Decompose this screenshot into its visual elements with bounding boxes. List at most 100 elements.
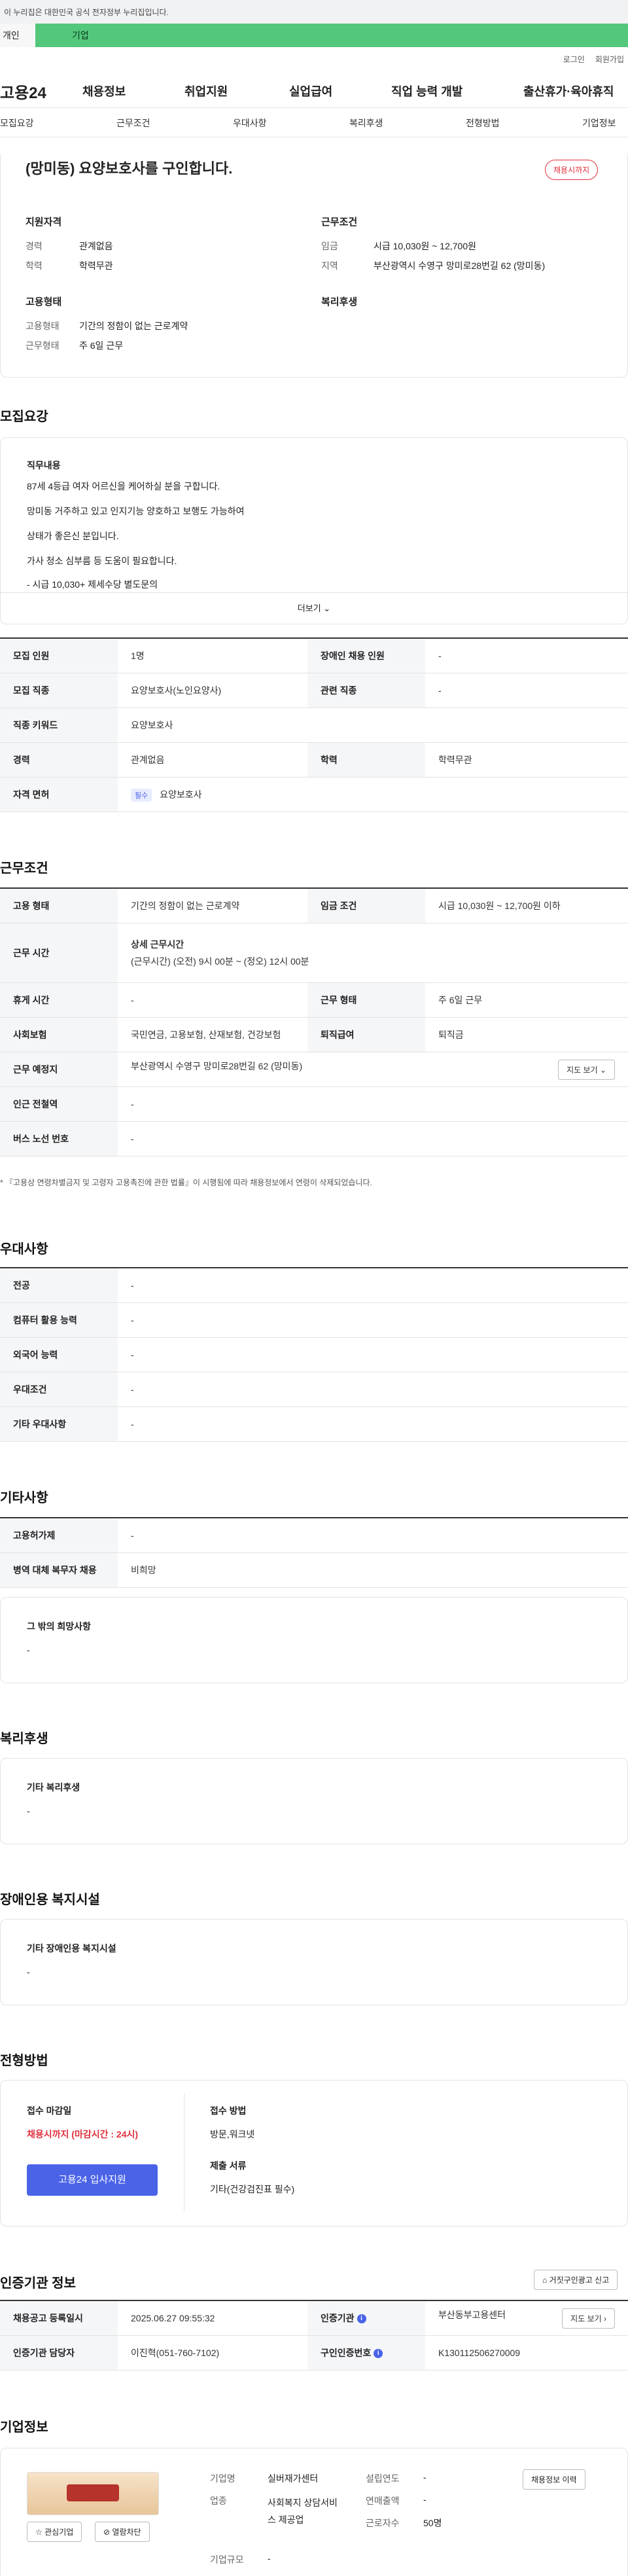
cell-value: - <box>118 1086 628 1122</box>
company-logo <box>27 2472 159 2515</box>
table-row: 고용 형태 기간의 정함이 없는 근로계약 임금 조건 시급 10,030원 ~… <box>0 887 628 923</box>
cell-label: 고용허가제 <box>0 1517 118 1553</box>
subnav-welfare[interactable]: 복리후생 <box>349 116 383 130</box>
docs-value: 기타(건강검진표 필수) <box>210 2184 295 2194</box>
agency-map-button[interactable]: 지도 보기 › <box>562 2308 615 2329</box>
welfare-card-heading: 기타 복리후생 <box>27 1782 80 1793</box>
global-nav: 고용24 채용정보 취업지원 실업급여 직업 능력 개발 출산휴가·육아휴직 <box>0 71 628 107</box>
docs-heading: 제출 서류 <box>210 2160 247 2171</box>
map-button-label: 지도 보기 <box>567 1065 598 1075</box>
cell-value: - <box>118 1267 628 1303</box>
cell-label: 컴퓨터 활용 능력 <box>0 1302 118 1338</box>
report-button-label: 거짓구인광고 신고 <box>549 2276 610 2285</box>
employ-heading: 고용형태 <box>26 296 62 308</box>
work-table: 고용 형태 기간의 정함이 없는 근로계약 임금 조건 시급 10,030원 ~… <box>0 887 628 1156</box>
cell-label: 인증기관 <box>321 2313 355 2323</box>
agency-section-title: 인증기관 정보 <box>0 2276 76 2291</box>
info-icon[interactable]: i <box>374 2349 383 2359</box>
summary-card: (망미동) 요양보호사를 구인합니다. 채용시까지 지원자격 경력 관계없음 학… <box>0 154 628 378</box>
cell-value: 학력무관 <box>425 742 628 778</box>
org-label-cell: 인증기관 i <box>307 2300 425 2336</box>
block-label: 열람차단 <box>112 2528 141 2537</box>
org-value: 부산동부고용센터 <box>438 2309 506 2320</box>
cell-value: 관계없음 <box>118 742 307 778</box>
login-link[interactable]: 로그인 <box>563 54 585 65</box>
cert-label-cell: 구인인증번호 i <box>307 2335 425 2370</box>
home-icon: ⌂ <box>542 2276 548 2285</box>
cond-heading: 근무조건 <box>321 217 358 228</box>
welfare-heading: 복리후생 <box>321 296 358 308</box>
cell-label: 모집 직종 <box>0 673 118 708</box>
work-section-title: 근무조건 <box>0 861 48 876</box>
block-company-button[interactable]: ⊘ 열람차단 <box>95 2522 150 2542</box>
gnb-employment-support[interactable]: 취업지원 <box>184 82 228 99</box>
table-row: 채용공고 등록일시 2025.06.27 09:55:32 인증기관 i 부산동부… <box>0 2300 628 2336</box>
recruit-table: 모집 인원 1명 장애인 채용 인원 - 모집 직종 요양보호사(노인요양사) … <box>0 637 628 812</box>
more-button[interactable]: 더보기 ⌄ <box>1 592 627 624</box>
cell-label: 직종 키워드 <box>0 707 118 743</box>
table-row: 자격 면허 필수 요양보호사 <box>0 777 628 812</box>
employ-label: 고용형태 <box>26 321 60 331</box>
disabled-card-value: - <box>27 1967 30 1977</box>
duty-line: 망미동 거주하고 있고 인지기능 양호하고 보행도 가능하여 <box>27 506 245 516</box>
cell-value: 이진혁(051-760-7102) <box>118 2335 307 2370</box>
map-button[interactable]: 지도 보기 ⌄ <box>558 1059 615 1080</box>
cell-value: - <box>118 1337 628 1372</box>
staff-label: 근로자수 <box>366 2518 400 2528</box>
deadline-badge: 채용시까지 <box>545 160 599 180</box>
signup-link[interactable]: 회원가입 <box>595 54 624 65</box>
edu-value: 학력무관 <box>79 260 113 271</box>
cell-value: 2025.06.27 09:55:32 <box>118 2300 307 2336</box>
table-row: 인근 전철역 - <box>0 1086 628 1122</box>
company-name-value: 실버재가센터 <box>268 2473 319 2484</box>
method-value: 방문,워크넷 <box>210 2129 255 2139</box>
info-icon[interactable]: i <box>357 2314 366 2324</box>
place-cell: 부산광역시 수영구 망미로28번길 62 (망미동) 지도 보기 ⌄ <box>118 1052 628 1087</box>
table-row: 병역 대체 복무자 채용 비희망 <box>0 1552 628 1588</box>
cell-label: 병역 대체 복무자 채용 <box>0 1552 118 1588</box>
gnb-unemployment-benefit[interactable]: 실업급여 <box>289 82 332 99</box>
cell-value: - <box>118 1302 628 1338</box>
gov-notice-text: 이 누리집은 대한민국 공식 전자정부 누리집입니다. <box>4 7 169 17</box>
workform-value: 주 6일 근무 <box>79 340 124 351</box>
table-row: 컴퓨터 활용 능력 - <box>0 1302 628 1338</box>
favorite-company-button[interactable]: ☆ 관심기업 <box>27 2522 82 2542</box>
hiring-history-button[interactable]: 채용정보 이력 <box>523 2469 585 2490</box>
cell-label: 학력 <box>307 742 425 778</box>
table-row: 모집 인원 1명 장애인 채용 인원 - <box>0 637 628 673</box>
gnb-skills-development[interactable]: 직업 능력 개발 <box>391 82 462 99</box>
cell-value: 1명 <box>118 637 307 673</box>
wage-value: 시급 10,030원 ~ 12,700원 <box>374 241 477 251</box>
table-row: 우대조건 - <box>0 1372 628 1407</box>
welfare-card-value: - <box>27 1806 30 1816</box>
cell-label: 인증기관 담당자 <box>0 2335 118 2370</box>
cell-label: 관련 직종 <box>307 673 425 708</box>
region-label: 지역 <box>321 260 338 271</box>
cell-value: 요양보호사 <box>118 707 628 743</box>
method-heading: 접수 방법 <box>210 2105 247 2116</box>
cell-value: 비희망 <box>118 1552 628 1588</box>
gnb-job-info[interactable]: 채용정보 <box>82 82 126 99</box>
tab-enterprise[interactable]: 기업 <box>35 24 628 47</box>
hours-heading: 상세 근무시간 <box>131 939 184 950</box>
cell-value: - <box>118 1372 628 1407</box>
subnav-recruit[interactable]: 모집요강 <box>0 116 34 130</box>
agency-map-label: 지도 보기 <box>570 2314 602 2323</box>
cell-label: 장애인 채용 인원 <box>307 637 425 673</box>
subnav-work[interactable]: 근무조건 <box>116 116 150 130</box>
chevron-down-icon: ⌄ <box>323 603 331 613</box>
cell-label: 구인인증번호 <box>321 2348 372 2358</box>
duty-line: 가사 청소 심부름 등 도움이 필요합니다. <box>27 556 177 566</box>
apply-button[interactable]: 고용24 입사지원 <box>27 2164 158 2196</box>
region-value: 부산광역시 수영구 망미로28번길 62 (망미동) <box>374 260 546 271</box>
tab-personal[interactable]: 개인 <box>0 24 35 47</box>
subnav-selection[interactable]: 전형방법 <box>466 116 500 130</box>
cell-value: - <box>118 1406 628 1442</box>
site-logo[interactable]: 고용24 <box>0 80 46 103</box>
star-icon: ☆ <box>35 2528 43 2537</box>
subnav-preference[interactable]: 우대사항 <box>233 116 267 130</box>
welfare-card: 기타 복리후생 - <box>0 1758 628 1844</box>
gnb-parental-leave[interactable]: 출산휴가·육아휴직 <box>523 82 614 99</box>
subnav-company[interactable]: 기업정보 <box>582 116 616 130</box>
report-false-ad-button[interactable]: ⌂ 거짓구인광고 신고 <box>534 2270 618 2290</box>
